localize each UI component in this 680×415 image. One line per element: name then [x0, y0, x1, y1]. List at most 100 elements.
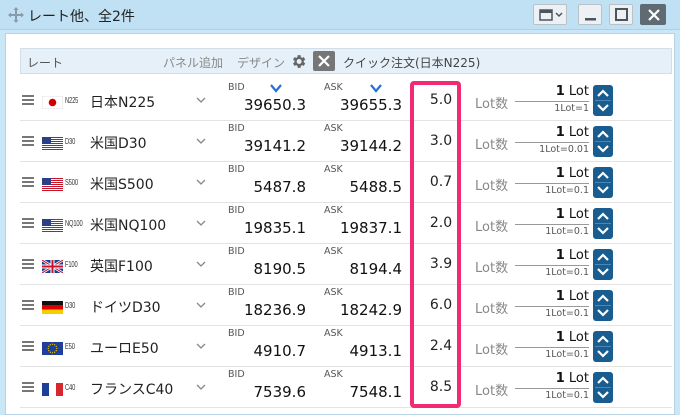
- lot-quantity[interactable]: 1 Lot: [520, 289, 589, 304]
- ask-price[interactable]: 18242.9: [322, 301, 402, 319]
- ask-price[interactable]: 39144.2: [322, 137, 402, 155]
- lot-number: 1: [555, 84, 565, 99]
- close-window-button[interactable]: [640, 4, 666, 25]
- lot-quantity[interactable]: 1 Lot: [520, 330, 589, 345]
- symbol-code: N225: [65, 96, 79, 105]
- lot-unit-note: 1Lot=0.1: [545, 349, 589, 360]
- drag-handle-icon[interactable]: [22, 300, 34, 310]
- rate-panel: レート パネル追加 デザイン クイック注文(日本N225) N225 日本N22…: [5, 33, 675, 415]
- flag-eu-icon: [42, 340, 63, 355]
- lot-stepper[interactable]: [593, 85, 613, 116]
- symbol-name[interactable]: 英国F100: [90, 256, 153, 276]
- chevron-down-icon[interactable]: [196, 383, 206, 391]
- drag-handle-icon[interactable]: [22, 218, 34, 228]
- lot-quantity[interactable]: 1 Lot: [520, 84, 589, 99]
- chevron-down-icon[interactable]: [196, 342, 206, 350]
- symbol-code: D30: [65, 301, 76, 310]
- rate-row[interactable]: E50 ユーロE50 BID 4910.7 ASK 4913.1 2.4 Lot…: [20, 327, 672, 367]
- ask-label: ASK: [324, 164, 343, 175]
- rate-row[interactable]: S500 米国S500 BID 5487.8 ASK 5488.5 0.7 Lo…: [20, 163, 672, 203]
- close-panel-button[interactable]: [313, 51, 335, 71]
- ask-price[interactable]: 7548.1: [322, 383, 403, 401]
- lot-divider: [515, 347, 589, 348]
- symbol-name[interactable]: 日本N225: [90, 92, 155, 112]
- bid-price[interactable]: 8190.5: [226, 260, 307, 278]
- ask-price[interactable]: 5488.5: [322, 178, 403, 196]
- chevron-down-icon[interactable]: [196, 301, 206, 309]
- bid-price[interactable]: 19835.1: [226, 219, 306, 237]
- lot-quantity[interactable]: 1 Lot: [520, 166, 589, 181]
- lot-number: 1: [555, 371, 565, 386]
- layout-dropdown-button[interactable]: [533, 4, 567, 25]
- chevron-up-icon: [597, 253, 609, 261]
- lot-stepper[interactable]: [593, 167, 613, 198]
- chevron-down-icon: [597, 309, 609, 317]
- design-link[interactable]: デザイン: [237, 54, 285, 71]
- drag-handle-icon[interactable]: [22, 95, 34, 105]
- close-icon: [318, 55, 330, 67]
- symbol-code: S500: [65, 178, 78, 187]
- lot-label: Lot数: [475, 384, 509, 399]
- symbol-name[interactable]: 米国D30: [90, 133, 147, 153]
- rate-row[interactable]: D30 ドイツD30 BID 18236.9 ASK 18242.9 6.0 L…: [20, 286, 672, 326]
- minimize-button[interactable]: [578, 4, 602, 25]
- rate-row[interactable]: N225 日本N225 BID 39650.3 ASK 39655.3 5.0 …: [20, 81, 672, 121]
- lot-quantity[interactable]: 1 Lot: [520, 207, 589, 222]
- ask-price[interactable]: 8194.4: [322, 260, 403, 278]
- lot-stepper[interactable]: [593, 249, 613, 280]
- rate-row[interactable]: C40 フランスC40 BID 7539.6 ASK 7548.1 8.5 Lo…: [20, 368, 672, 408]
- drag-handle-icon[interactable]: [22, 341, 34, 351]
- chevron-down-icon: [597, 104, 609, 112]
- lot-quantity[interactable]: 1 Lot: [520, 125, 589, 140]
- lot-stepper[interactable]: [593, 372, 613, 403]
- chevron-down-icon[interactable]: [196, 137, 206, 145]
- bid-price[interactable]: 39141.2: [226, 137, 306, 155]
- bid-price[interactable]: 18236.9: [226, 301, 306, 319]
- lot-divider: [515, 265, 589, 266]
- ask-price[interactable]: 4913.1: [322, 342, 403, 360]
- bid-label: BID: [228, 246, 245, 257]
- chevron-down-icon[interactable]: [196, 96, 206, 104]
- lot-stepper[interactable]: [593, 208, 613, 239]
- drag-handle-icon[interactable]: [22, 136, 34, 146]
- symbol-name[interactable]: ドイツD30: [90, 297, 161, 317]
- ask-price[interactable]: 39655.3: [322, 96, 402, 114]
- chevron-down-icon[interactable]: [196, 260, 206, 268]
- lot-stepper[interactable]: [593, 331, 613, 362]
- drag-handle-icon[interactable]: [22, 259, 34, 269]
- chevron-down-icon: [597, 391, 609, 399]
- ask-price[interactable]: 19837.1: [322, 219, 402, 237]
- lot-number: 1: [555, 125, 565, 140]
- rate-row[interactable]: D30 米国D30 BID 39141.2 ASK 39144.2 3.0 Lo…: [20, 122, 672, 162]
- ask-label: ASK: [324, 123, 343, 134]
- lot-label: Lot数: [475, 343, 509, 358]
- bid-price[interactable]: 4910.7: [226, 342, 307, 360]
- add-panel-link[interactable]: パネル追加: [163, 54, 223, 71]
- drag-handle-icon[interactable]: [22, 177, 34, 187]
- bid-price[interactable]: 5487.8: [226, 178, 307, 196]
- lot-quantity[interactable]: 1 Lot: [520, 248, 589, 263]
- chevron-down-icon[interactable]: [196, 178, 206, 186]
- chevron-up-icon: [597, 294, 609, 302]
- gear-icon[interactable]: [290, 53, 307, 70]
- lot-quantity[interactable]: 1 Lot: [520, 371, 589, 386]
- symbol-name[interactable]: フランスC40: [90, 379, 173, 399]
- lot-stepper[interactable]: [593, 126, 613, 157]
- bid-price[interactable]: 39650.3: [226, 96, 306, 114]
- symbol-name[interactable]: 米国NQ100: [90, 215, 166, 235]
- symbol-name[interactable]: ユーロE50: [90, 338, 159, 358]
- drag-handle-icon[interactable]: [22, 382, 34, 392]
- lot-number: 1: [555, 248, 565, 263]
- lot-unit-note: 1Lot=0.01: [539, 144, 589, 155]
- lot-stepper[interactable]: [593, 290, 613, 321]
- chevron-down-icon[interactable]: [196, 219, 206, 227]
- ask-down-arrow-icon: [370, 84, 382, 93]
- flag-us-icon: [42, 135, 63, 150]
- rate-row[interactable]: NQ100 米国NQ100 BID 19835.1 ASK 19837.1 2.…: [20, 204, 672, 244]
- bid-price[interactable]: 7539.6: [226, 383, 307, 401]
- maximize-button[interactable]: [609, 4, 633, 25]
- move-icon[interactable]: [8, 7, 24, 23]
- symbol-name[interactable]: 米国S500: [90, 174, 154, 194]
- chevron-down-icon: [597, 186, 609, 194]
- rate-row[interactable]: F100 英国F100 BID 8190.5 ASK 8194.4 3.9 Lo…: [20, 245, 672, 285]
